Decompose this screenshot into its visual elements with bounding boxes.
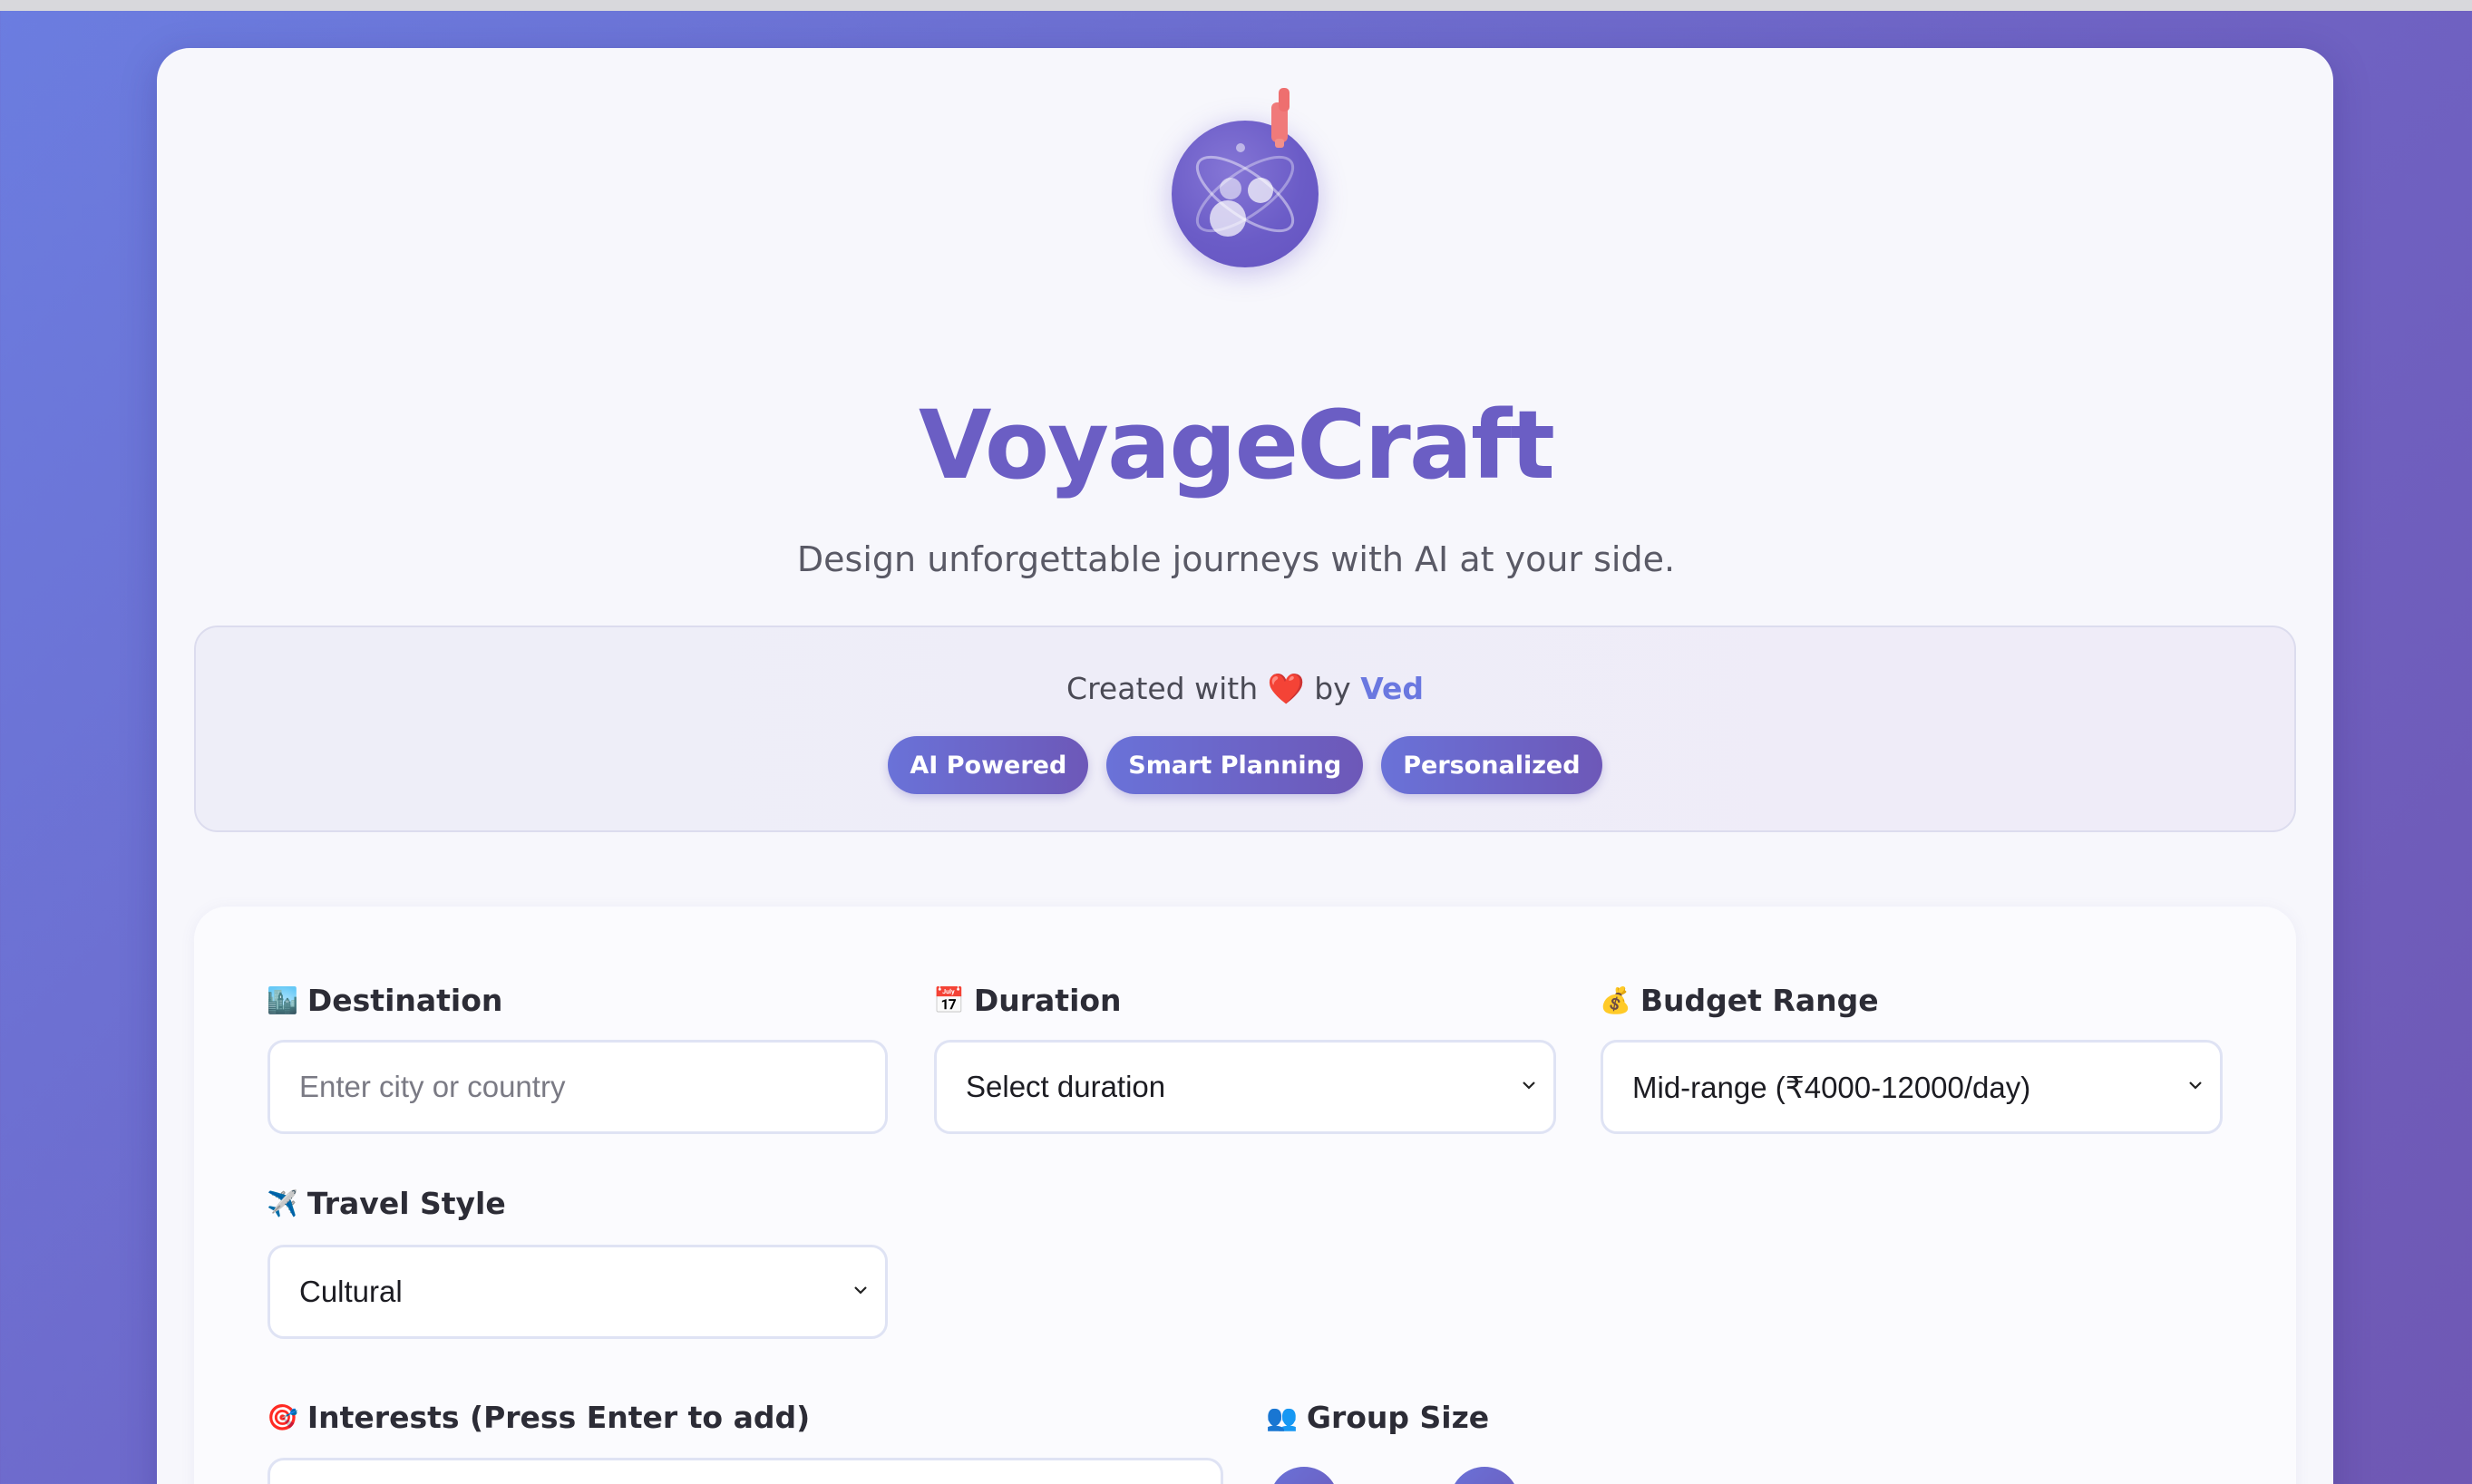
interests-label-text: Interests (Press Enter to add) [307,1400,811,1435]
calendar-icon: 📅 [933,985,965,1015]
atom-globe-icon [1172,121,1319,267]
travel-style-select[interactable]: Cultural [268,1245,888,1339]
budget-value: Mid-range (₹4000-12000/day) [1632,1070,2031,1104]
interests-label: 🎯 Interests (Press Enter to add) [267,1400,810,1435]
destination-placeholder: Enter city or country [299,1070,566,1103]
group-size-label-text: Group Size [1306,1400,1490,1435]
chevron-down-icon [2189,1081,2202,1090]
travel-style-label-text: Travel Style [307,1186,506,1221]
credit-prefix: Created with [1066,671,1259,706]
page-title: VoyageCraft [919,390,1555,500]
badge-ai-powered: AI Powered [888,736,1089,794]
chevron-down-icon [1523,1081,1535,1090]
author-link[interactable]: Ved [1360,671,1424,706]
travel-style-value: Cultural [299,1275,403,1308]
group-size-label: 👥 Group Size [1266,1400,1489,1435]
trip-form-panel [194,907,2296,1484]
credit-box: Created with ❤️ by Ved AI Powered Smart … [194,626,2296,832]
money-bag-icon: 💰 [1600,985,1631,1015]
travel-style-label: ✈️ Travel Style [267,1186,506,1221]
badge-smart-planning: Smart Planning [1106,736,1364,794]
browser-top-bar [0,0,2472,11]
destination-input[interactable]: Enter city or country [268,1040,888,1134]
credit-line: Created with ❤️ by Ved [196,671,2294,707]
duration-label-text: Duration [973,983,1122,1018]
destination-label-text: Destination [307,983,503,1018]
badge-personalized: Personalized [1381,736,1602,794]
budget-label-text: Budget Range [1640,983,1879,1018]
duration-select[interactable]: Select duration [934,1040,1556,1134]
airplane-icon: ✈️ [267,1188,298,1218]
rocket-icon [1271,88,1290,148]
target-icon: 🎯 [267,1402,298,1432]
people-icon: 👥 [1266,1402,1298,1432]
interests-input[interactable] [268,1458,1223,1484]
feature-badges: AI Powered Smart Planning Personalized [196,736,2294,794]
page-subtitle: Design unforgettable journeys with AI at… [796,539,1676,579]
duration-label: 📅 Duration [933,983,1122,1018]
budget-select[interactable]: Mid-range (₹4000-12000/day) [1601,1040,2223,1134]
chevron-down-icon [854,1286,867,1295]
duration-value: Select duration [966,1070,1166,1103]
destination-label: 🏙️ Destination [267,983,502,1018]
budget-label: 💰 Budget Range [1600,983,1879,1018]
heart-icon: ❤️ [1267,671,1305,706]
credit-by: by [1314,671,1351,706]
city-icon: 🏙️ [267,985,298,1015]
